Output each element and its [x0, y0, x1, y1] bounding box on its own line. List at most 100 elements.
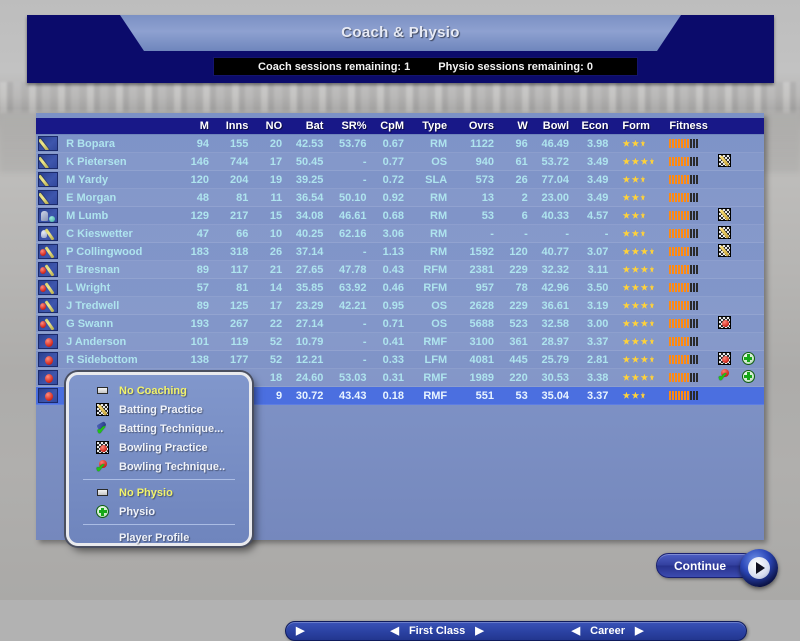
form-stars — [622, 373, 661, 382]
stat-bowl-avg: 53.72 — [541, 155, 570, 168]
col-header-type: Type — [422, 120, 448, 132]
stat-bowl-avg: - — [565, 227, 570, 240]
col-header-w: W — [517, 120, 528, 132]
col-header-econ: Econ — [581, 120, 609, 132]
stat-wickets: 26 — [515, 173, 528, 186]
stat-strike-rate: 47.78 — [338, 263, 367, 276]
table-row[interactable]: G Swann 193 267 22 27.14 - 0.71 OS 5688 523 32.58 3… — [36, 315, 764, 333]
stat-overs: - — [490, 227, 494, 240]
table-row[interactable]: T Bresnan 89 117 21 27.65 47.78 0.43 RFM 2381 229… — [36, 261, 764, 279]
coaching-context-menu[interactable]: No Coaching Batting Practice Batting Techn… — [66, 372, 252, 546]
table-row[interactable]: P Collingwood 183 318 26 37.14 - 1.13 RM 1592 120… — [36, 243, 764, 261]
form-stars — [622, 193, 661, 202]
stat-bowl-type: OS — [431, 317, 448, 330]
stat-catches-per-match: 0.92 — [382, 191, 405, 204]
sessions-status-strip: Coach sessions remaining: 1 Physio sessi… — [213, 57, 638, 76]
fitness-bar — [669, 175, 717, 184]
stat-innings: 217 — [229, 209, 249, 222]
assigned-coaching-icon-cell — [717, 315, 742, 332]
stat-wickets: 96 — [515, 137, 528, 150]
bowling-technique-icon — [96, 459, 110, 474]
player-role-icon — [36, 298, 60, 313]
context-menu-item[interactable]: No Coaching — [69, 381, 249, 400]
table-row[interactable]: L Wright 57 81 14 35.85 63.92 0.46 RFM 957 78 42.9… — [36, 279, 764, 297]
context-menu-item-icon — [95, 505, 110, 518]
player-name: K Pietersen — [66, 155, 127, 168]
form-cell — [614, 373, 661, 382]
col-header-ovrs: Ovrs — [468, 120, 494, 132]
stat-bowl-type: SLA — [425, 173, 448, 186]
table-row[interactable]: C Kieswetter 47 66 10 40.25 62.16 3.06 RM - - - - — [36, 225, 764, 243]
player-role-icon — [36, 190, 60, 205]
stat-bowl-avg: 30.53 — [541, 371, 570, 384]
continue-control[interactable]: Continue — [656, 549, 784, 587]
table-row[interactable]: K Pietersen 146 744 17 50.45 - 0.77 OS 940 61 53.7… — [36, 153, 764, 171]
context-menu-item[interactable]: Batting Technique... — [69, 419, 249, 438]
table-row[interactable]: E Morgan 48 81 11 36.54 50.10 0.92 RM 13 2 23.00 3.… — [36, 189, 764, 207]
stat-economy: 3.37 — [587, 335, 609, 348]
player-role-icon — [36, 136, 60, 151]
stat-strike-rate: 46.61 — [338, 209, 367, 222]
col-header-sr: SR% — [341, 120, 367, 132]
stat-overs: 551 — [475, 389, 494, 402]
career-next-icon[interactable]: ▶ — [635, 625, 643, 637]
context-menu-item[interactable]: Player Profile — [69, 528, 249, 547]
stat-bat-avg: 24.60 — [295, 371, 324, 384]
nav-group-first-class[interactable]: ◀ First Class ▶ — [390, 625, 483, 637]
context-menu-item-icon — [95, 459, 110, 474]
table-row[interactable]: J Anderson 101 119 52 10.79 - 0.41 RMF 3100 361 28… — [36, 333, 764, 351]
context-menu-item[interactable]: Bowling Technique.. — [69, 457, 249, 476]
col-header-inns: Inns — [225, 120, 249, 132]
player-role-icon — [36, 280, 60, 295]
context-menu-item-label: Player Profile — [119, 531, 190, 544]
stat-innings: 119 — [230, 335, 249, 348]
table-row[interactable]: M Lumb 129 217 15 34.08 46.61 0.68 RM 53 6 40.33 4.… — [36, 207, 764, 225]
stat-bowl-type: RM — [430, 209, 448, 222]
stat-strike-rate: 43.43 — [338, 389, 367, 402]
context-menu-item[interactable]: Bowling Practice — [69, 438, 249, 457]
stat-bowl-type: RFM — [423, 263, 448, 276]
stat-bat-avg: 10.79 — [295, 335, 324, 348]
stat-not-out: 20 — [269, 137, 283, 150]
continue-play-orb[interactable] — [740, 549, 778, 587]
fitness-cell — [661, 355, 717, 364]
context-menu-item[interactable]: Batting Practice — [69, 400, 249, 419]
form-cell — [614, 211, 661, 220]
form-stars — [622, 283, 661, 292]
table-row[interactable]: R Sidebottom 138 177 52 12.21 - 0.33 LFM 4081 445… — [36, 351, 764, 369]
form-cell — [614, 247, 661, 256]
assigned-coaching-icon-cell — [718, 369, 742, 386]
stat-matches: 183 — [190, 245, 209, 258]
stat-wickets: 2 — [521, 191, 528, 204]
player-role-icon — [36, 208, 60, 223]
first-class-next-icon[interactable]: ▶ — [475, 625, 483, 637]
stat-catches-per-match: 0.68 — [382, 209, 405, 222]
form-cell — [614, 139, 661, 148]
stat-economy: 3.07 — [587, 245, 609, 258]
stat-economy: 3.98 — [587, 137, 609, 150]
stat-bat-avg: 30.72 — [295, 389, 324, 402]
table-row[interactable]: M Yardy 120 204 19 39.25 - 0.72 SLA 573 26 77.04 3.… — [36, 171, 764, 189]
stat-bowl-avg: 35.04 — [541, 389, 570, 402]
nav-group-career[interactable]: ◀ Career ▶ — [572, 625, 644, 637]
nav-expand-icon[interactable]: ▶ — [296, 625, 304, 637]
stat-innings: 125 — [229, 299, 249, 312]
career-prev-icon[interactable]: ◀ — [572, 625, 580, 637]
fitness-bar — [669, 229, 717, 238]
stat-bowl-type: OS — [431, 299, 448, 312]
context-menu-item[interactable]: No Physio — [69, 483, 249, 502]
first-class-label: First Class — [408, 625, 466, 637]
stat-strike-rate: 62.16 — [338, 227, 367, 240]
physio-icon — [741, 369, 755, 383]
first-class-prev-icon[interactable]: ◀ — [390, 625, 398, 637]
stat-strike-rate: - — [362, 155, 367, 168]
form-cell — [614, 229, 661, 238]
table-row[interactable]: J Tredwell 89 125 17 23.29 42.21 0.95 OS 2628 229… — [36, 297, 764, 315]
stat-strike-rate: - — [362, 353, 367, 366]
stat-overs: 3100 — [469, 335, 494, 348]
stat-wickets: 229 — [509, 263, 528, 276]
form-cell — [614, 355, 661, 364]
context-menu-item[interactable]: Physio — [69, 502, 249, 521]
view-navigation-bar[interactable]: ▶ ◀ First Class ▶ ◀ Career ▶ — [285, 621, 747, 641]
table-row[interactable]: R Bopara 94 155 20 42.53 53.76 0.67 RM 1122 96 46.… — [36, 135, 764, 153]
